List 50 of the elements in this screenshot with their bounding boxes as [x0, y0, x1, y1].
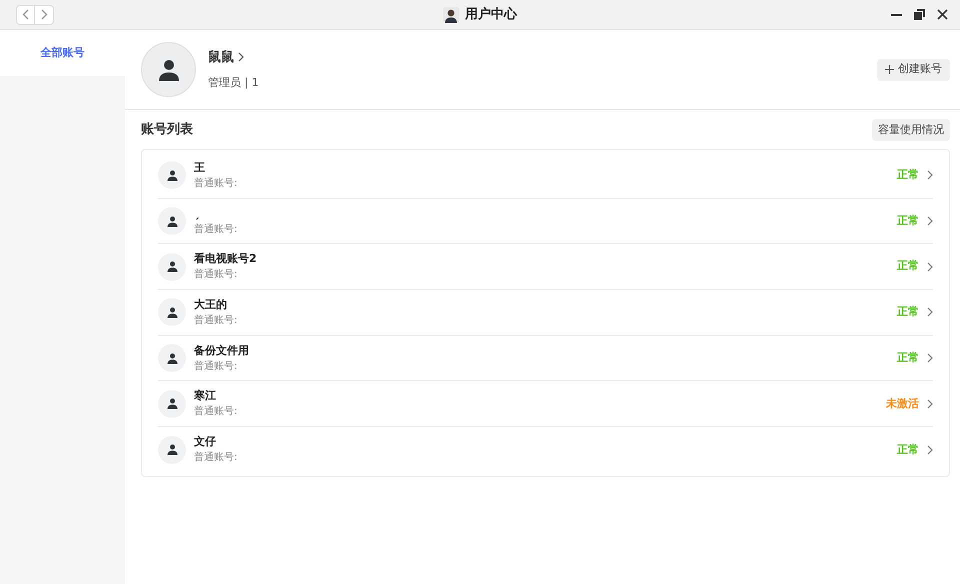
person-icon [166, 398, 178, 410]
account-type: 普通账号: [194, 176, 238, 190]
person-icon [166, 306, 178, 318]
chevron-right-icon[interactable] [927, 353, 933, 364]
storage-usage-button[interactable]: 容量使用情况 [872, 119, 950, 141]
chevron-right-icon[interactable] [927, 262, 933, 272]
sidebar-item[interactable]: 全部账号 [0, 30, 125, 76]
account-type: 普通账号: [194, 268, 238, 282]
chevron-right-icon [40, 9, 48, 20]
person-icon [166, 216, 178, 227]
account-type: 普通账号: [194, 451, 238, 464]
chevron-right-icon[interactable] [238, 52, 244, 62]
window-title: 用户中心 [465, 6, 517, 24]
plus-icon [885, 65, 894, 74]
create-account-button[interactable]: 创建账号 [877, 58, 950, 80]
account-name: ˏ [194, 206, 200, 221]
status-label: 未激活 [886, 396, 919, 412]
person-icon [166, 352, 178, 364]
chevron-right-icon[interactable] [927, 216, 933, 226]
account-name: 王 [194, 160, 206, 175]
person-icon [158, 58, 180, 80]
account-type: 普通账号: [194, 405, 238, 418]
restore-icon[interactable] [914, 9, 925, 20]
chevron-left-icon [22, 9, 29, 20]
account-type: 普通账号: [194, 314, 238, 327]
person-icon [166, 444, 178, 456]
chevron-right-icon[interactable] [927, 444, 933, 455]
person-icon [166, 170, 178, 181]
account-name: 文仔 [194, 435, 217, 450]
status-label: 正常 [897, 167, 919, 184]
account-name: 大王的 [194, 298, 228, 312]
status-label: 正常 [897, 304, 919, 320]
status-label: 正常 [897, 442, 919, 458]
chevron-right-icon[interactable] [927, 170, 933, 180]
account-name: 备份文件用 [194, 344, 249, 358]
account-name: 看电视账号2 [194, 252, 257, 266]
account-type: 普通账号: [194, 360, 238, 373]
account-type: 普通账号: [194, 222, 238, 236]
chevron-right-icon[interactable] [927, 398, 933, 409]
user-icon [443, 7, 459, 23]
chevron-right-icon[interactable] [927, 307, 933, 318]
person-icon [166, 261, 178, 272]
status-label: 正常 [897, 258, 919, 274]
account-name: 寒江 [194, 389, 217, 404]
section-title: 账号列表 [141, 121, 193, 140]
close-icon[interactable] [937, 9, 948, 20]
profile-role: 管理员 | 1 [208, 75, 259, 91]
status-label: 正常 [897, 350, 919, 366]
profile-name[interactable]: 鼠鼠 [208, 48, 234, 67]
status-label: 正常 [897, 212, 919, 229]
